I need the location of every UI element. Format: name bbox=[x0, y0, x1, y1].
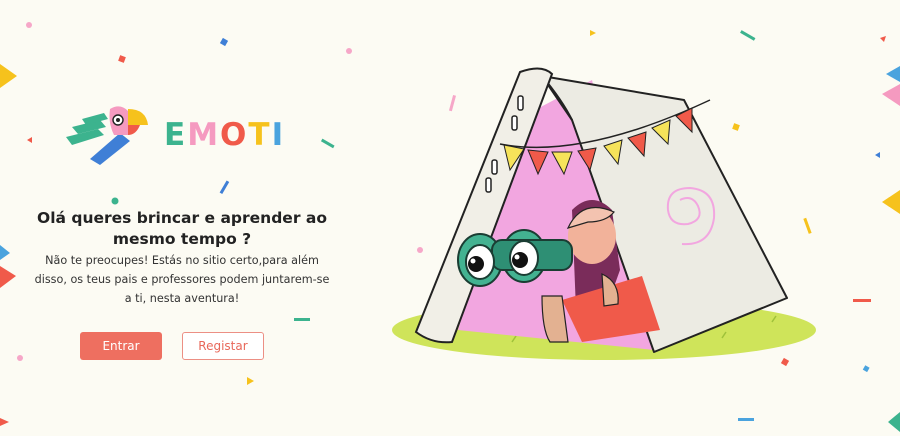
brand-letter: E bbox=[164, 117, 188, 153]
brand-letter: I bbox=[271, 117, 286, 153]
brand-letter: O bbox=[220, 117, 249, 153]
child-in-tent-with-binoculars-illustration bbox=[392, 67, 816, 360]
brand-letter: M bbox=[187, 117, 221, 153]
hero-subtitle: Não te preocupes! Estás no sitio certo,p… bbox=[34, 254, 330, 305]
register-button[interactable]: Registar bbox=[182, 332, 264, 360]
brand-letter: T bbox=[248, 117, 272, 153]
parrot-logo-icon bbox=[66, 106, 148, 165]
brand-logo[interactable]: E M O T I bbox=[64, 103, 304, 167]
brand-wordmark: E M O T I bbox=[164, 117, 285, 153]
login-button[interactable]: Entrar bbox=[80, 332, 162, 360]
hero-headline: Olá queres brincar e aprender ao mesmo t… bbox=[37, 209, 327, 248]
